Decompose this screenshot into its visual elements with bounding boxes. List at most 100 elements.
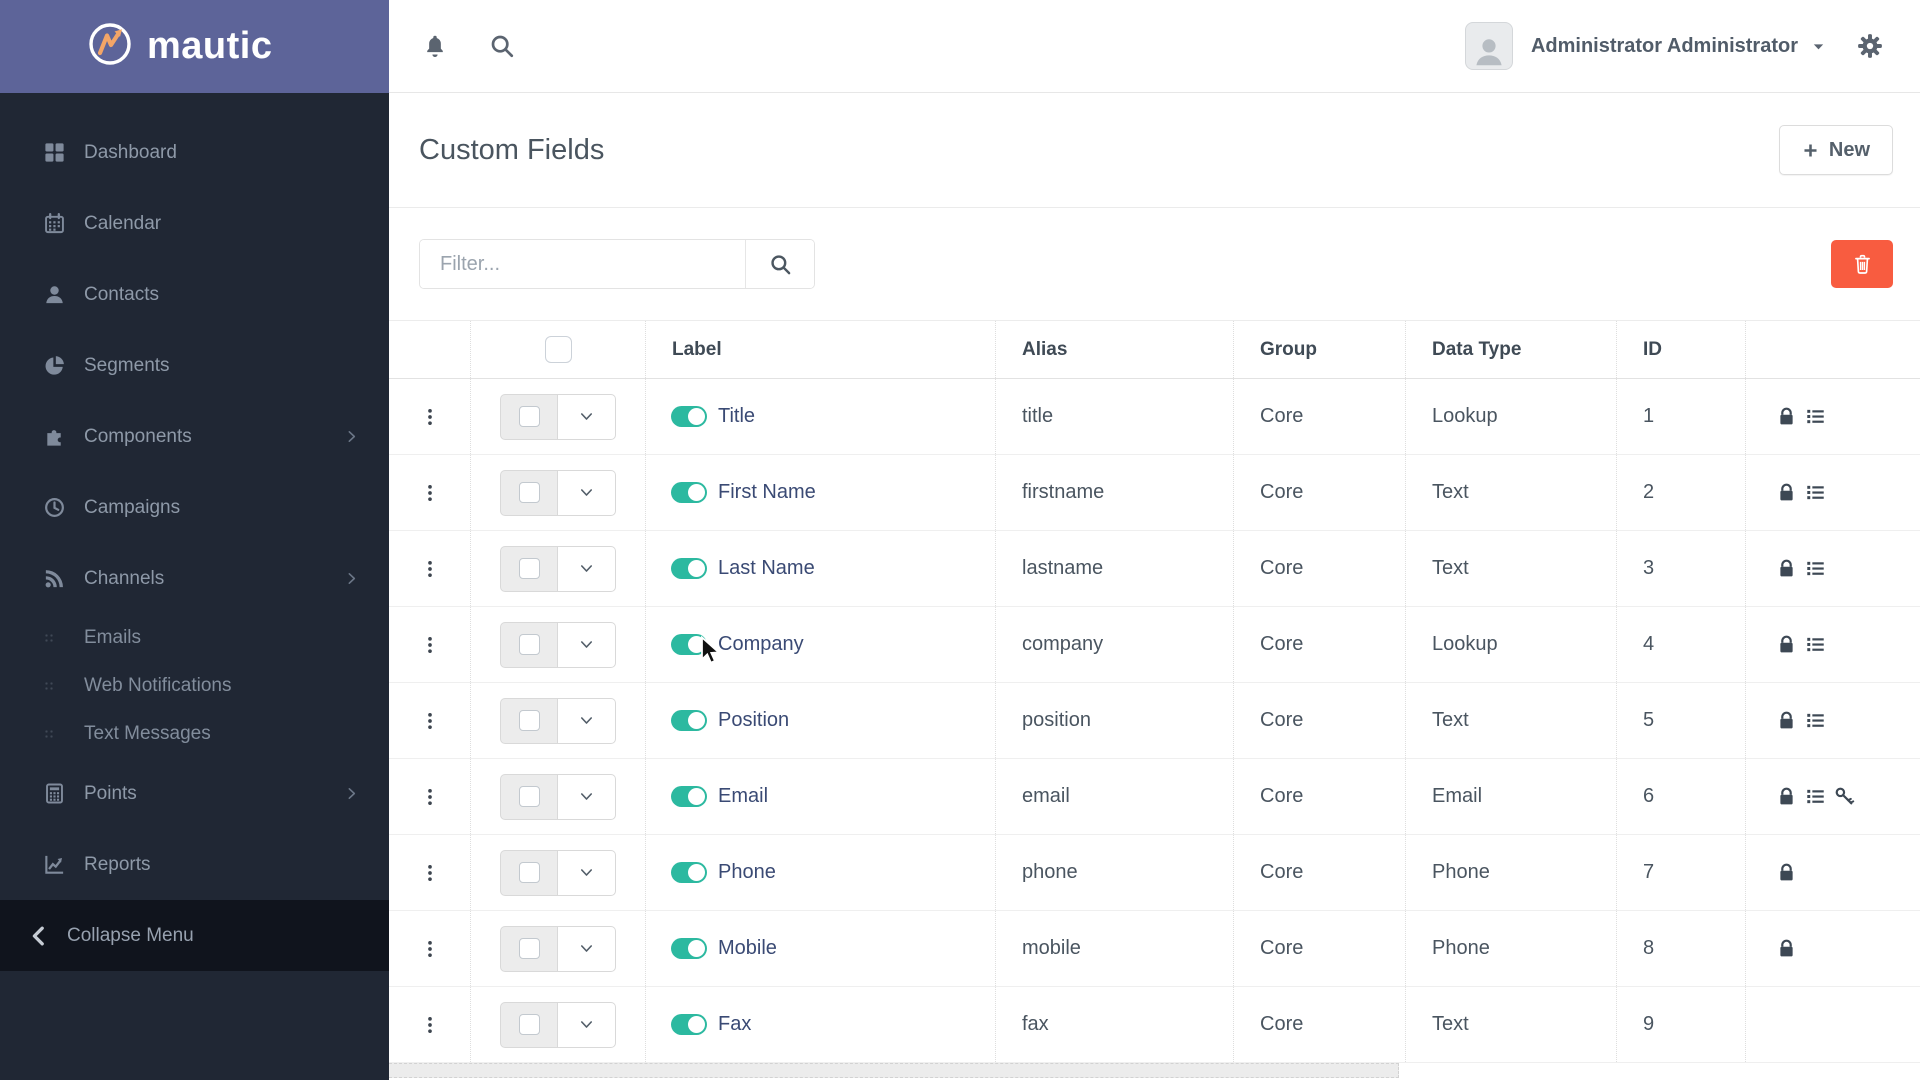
campaigns-icon [41,495,67,521]
row-dropdown-button[interactable] [558,1001,616,1048]
field-label-link[interactable]: Title [718,405,755,428]
row-checkbox[interactable] [518,786,540,807]
user-menu[interactable]: Administrator Administrator [1531,35,1798,58]
field-id: 9 [1643,1013,1655,1035]
row-checkbox-segment [500,393,558,440]
cell-label: Last Name [645,531,995,606]
row-menu-kebab-icon[interactable] [420,787,440,807]
published-toggle[interactable] [671,938,707,959]
row-checkbox[interactable] [518,938,540,959]
header-cell-label: Label [645,321,995,378]
field-group: Core [1260,481,1304,503]
cell-alias: mobile [995,911,1233,986]
row-dropdown-button[interactable] [558,469,616,516]
caret-down-icon[interactable] [1811,39,1826,54]
sidebar-item-segments[interactable]: Segments [0,330,389,401]
chevron-down-icon [579,637,594,652]
published-toggle[interactable] [671,482,707,503]
mautic-logo-icon [86,20,134,73]
sidebar-item-web-notifications[interactable]: Web Notifications [0,662,389,710]
sidebar-item-campaigns[interactable]: Campaigns [0,472,389,543]
collapse-menu-button[interactable]: Collapse Menu [0,900,389,971]
sidebar-item-points[interactable]: Points [0,758,389,829]
chevron-down-icon [579,865,594,880]
field-group: Core [1260,937,1304,959]
published-toggle[interactable] [671,406,707,427]
sidebar-item-label: Text Messages [84,723,211,744]
row-dropdown-button[interactable] [558,545,616,592]
sidebar-item-channels[interactable]: Channels [0,543,389,614]
brand-logo[interactable]: mautic [0,0,389,93]
sidebar-nav: Dashboard Calendar Contacts Segments Com… [0,93,389,900]
published-toggle[interactable] [671,558,707,579]
cell-alias: fax [995,987,1233,1062]
published-toggle[interactable] [671,1014,707,1035]
row-dropdown-button[interactable] [558,849,616,896]
sidebar-item-label: Web Notifications [84,675,232,696]
row-checkbox-segment [500,849,558,896]
row-menu-kebab-icon[interactable] [420,939,440,959]
field-label-link[interactable]: Company [718,633,804,656]
sidebar-item-components[interactable]: Components [0,401,389,472]
row-checkbox[interactable] [518,558,540,579]
row-menu-kebab-icon[interactable] [420,559,440,579]
filter-input[interactable] [420,240,745,288]
column-header-alias[interactable]: Alias [1022,339,1067,361]
sidebar-item-text-messages[interactable]: Text Messages [0,710,389,758]
row-checkbox[interactable] [518,482,540,503]
row-dropdown-button[interactable] [558,697,616,744]
published-toggle[interactable] [671,786,707,807]
global-search-icon[interactable] [489,33,515,59]
sidebar-item-reports[interactable]: Reports [0,829,389,900]
row-dropdown-button[interactable] [558,925,616,972]
row-menu-kebab-icon[interactable] [420,1015,440,1035]
cell-group: Core [1233,759,1405,834]
row-dropdown-button[interactable] [558,621,616,668]
column-header-group[interactable]: Group [1260,339,1317,361]
filter-search-button[interactable] [745,240,814,288]
sidebar-item-emails[interactable]: Emails [0,614,389,662]
avatar[interactable] [1464,22,1513,70]
row-dropdown-button[interactable] [558,773,616,820]
column-header-id[interactable]: ID [1643,339,1662,361]
sidebar-item-contacts[interactable]: Contacts [0,259,389,330]
cell-menu [389,455,470,530]
header-cell-flags [1745,321,1920,378]
column-header-label[interactable]: Label [672,339,722,361]
field-label-link[interactable]: Position [718,709,789,732]
new-button[interactable]: New [1778,125,1893,175]
field-group: Core [1260,785,1304,807]
column-header-data_type[interactable]: Data Type [1432,339,1521,361]
list-icon [1805,786,1826,807]
field-label-link[interactable]: Fax [718,1013,751,1036]
row-menu-kebab-icon[interactable] [420,863,440,883]
row-checkbox[interactable] [518,1014,540,1035]
published-toggle[interactable] [671,862,707,883]
row-menu-kebab-icon[interactable] [420,407,440,427]
person-icon [1471,33,1507,69]
row-menu-kebab-icon[interactable] [420,483,440,503]
row-dropdown-button[interactable] [558,393,616,440]
settings-gear-icon[interactable] [1856,32,1884,60]
field-label-link[interactable]: Phone [718,861,776,884]
field-data-type: Lookup [1432,633,1498,655]
new-button-label: New [1828,138,1870,161]
field-label-link[interactable]: First Name [718,481,816,504]
published-toggle[interactable] [671,634,707,655]
sidebar-item-calendar[interactable]: Calendar [0,188,389,259]
field-label-link[interactable]: Last Name [718,557,815,580]
row-checkbox[interactable] [518,862,540,883]
field-label-link[interactable]: Mobile [718,937,777,960]
delete-selected-button[interactable] [1831,240,1893,288]
select-all-checkbox[interactable] [544,336,572,363]
row-menu-kebab-icon[interactable] [420,635,440,655]
row-checkbox[interactable] [518,634,540,655]
notifications-bell-icon[interactable] [422,33,448,59]
field-label-link[interactable]: Email [718,785,768,808]
cell-data-type: Text [1405,531,1616,606]
published-toggle[interactable] [671,710,707,731]
row-checkbox[interactable] [518,406,540,427]
sidebar-item-dashboard[interactable]: Dashboard [0,117,389,188]
row-menu-kebab-icon[interactable] [420,711,440,731]
row-checkbox[interactable] [518,710,540,731]
